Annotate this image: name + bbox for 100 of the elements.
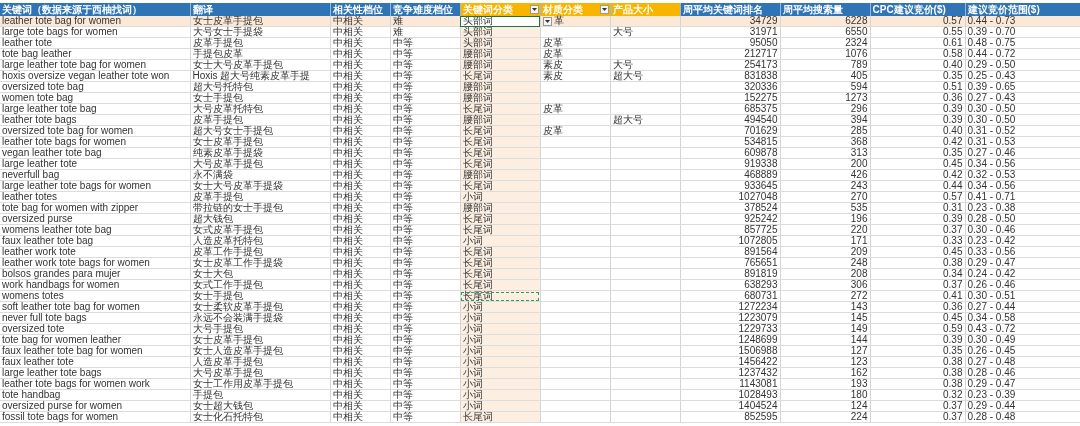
table-cell: 200: [780, 158, 870, 170]
table-cell: 0.59: [870, 323, 965, 335]
table-cell: 0.31: [870, 202, 965, 214]
table-cell: 0.33 - 0.56: [965, 246, 1080, 258]
table-cell: 0.42: [870, 136, 965, 148]
table-cell: 0.30 - 0.50: [965, 114, 1080, 126]
table-cell: 大号: [610, 59, 680, 71]
table-cell: 皮革工作手提包: [190, 246, 330, 258]
table-cell: 0.23 - 0.42: [965, 235, 1080, 247]
table-cell: 中相关: [330, 389, 390, 401]
table-cell: leather tote bags for women: [0, 136, 190, 148]
table-cell: 手提包皮革: [190, 48, 330, 60]
table-cell: 0.30 - 0.50: [965, 103, 1080, 115]
table-cell: 头部词: [460, 37, 540, 49]
table-cell: 0.23 - 0.38: [965, 202, 1080, 214]
table-cell: 0.26 - 0.45: [965, 345, 1080, 357]
table-cell: 腰部词: [460, 81, 540, 93]
table-cell: 852595: [680, 411, 780, 423]
table-cell: 中相关: [330, 16, 390, 27]
table-cell: 0.44 - 0.72: [965, 48, 1080, 60]
table-cell: 中等: [390, 158, 460, 170]
table-cell: 永远不会装满手提袋: [190, 312, 330, 324]
table-cell: 人造皮革手提包: [190, 356, 330, 368]
table-cell: 长尾词: [460, 268, 540, 280]
table-cell: vegan leather tote bag: [0, 147, 190, 159]
filter-button[interactable]: [599, 5, 609, 14]
table-cell: 0.29 - 0.47: [965, 378, 1080, 390]
table-cell: 1076: [780, 48, 870, 60]
table-cell: 857725: [680, 224, 780, 236]
table-cell: 1072805: [680, 235, 780, 247]
table-cell: leather tote: [0, 37, 190, 49]
table-cell: large leather tote bags for women: [0, 180, 190, 192]
table-cell: 831838: [680, 70, 780, 82]
filter-button[interactable]: [529, 5, 539, 14]
table-cell: 0.45: [870, 158, 965, 170]
table-cell: 难: [390, 16, 460, 27]
table-cell: 394: [780, 114, 870, 126]
table-cell: 女式工作手提包: [190, 279, 330, 291]
table-cell: 小词: [460, 312, 540, 324]
table-cell: 31971: [680, 26, 780, 38]
table-cell: 中相关: [330, 301, 390, 313]
table-cell: 196: [780, 213, 870, 225]
table-cell: 腰部词: [460, 114, 540, 126]
table-cell: 6550: [780, 26, 870, 38]
table-cell: 中等: [390, 323, 460, 335]
table-cell: 0.38: [870, 257, 965, 269]
table-cell: oversized purse for women: [0, 400, 190, 412]
table-cell: tote handbag: [0, 389, 190, 401]
table-cell: 中相关: [330, 400, 390, 412]
table-cell: 中相关: [330, 290, 390, 302]
table-cell: 0.37: [870, 224, 965, 236]
table-cell: 144: [780, 334, 870, 346]
table-cell: 中相关: [330, 345, 390, 357]
column-header: 材质分类: [542, 3, 583, 15]
table-cell: 中等: [390, 59, 460, 71]
table-cell: 0.38: [870, 356, 965, 368]
table-cell: 中相关: [330, 312, 390, 324]
table-cell: 长尾词: [460, 158, 540, 170]
table-cell: 超大号托特包: [190, 81, 330, 93]
table-cell: 长尾词: [460, 125, 540, 137]
table-cell: 0.57: [870, 16, 965, 27]
table-cell: 2324: [780, 37, 870, 49]
table-cell: 0.28 - 0.48: [965, 411, 1080, 423]
table-cell: 中等: [390, 290, 460, 302]
table-cell: 891819: [680, 268, 780, 280]
table-cell: 1143081: [680, 378, 780, 390]
table-cell: 大号: [610, 26, 680, 38]
table-cell: 中等: [390, 345, 460, 357]
table-cell: 中相关: [330, 235, 390, 247]
table-cell: tote bag leather: [0, 48, 190, 60]
table-cell: 女士皮革手提包: [190, 16, 330, 27]
table-cell: 123: [780, 356, 870, 368]
table-cell: 中等: [390, 125, 460, 137]
table-cell: 中等: [390, 246, 460, 258]
table-cell: 0.27 - 0.46: [965, 147, 1080, 159]
table-cell: 0.35: [870, 147, 965, 159]
table-cell: 0.30 - 0.51: [965, 290, 1080, 302]
table-cell: 296: [780, 103, 870, 115]
table-cell: 中等: [390, 235, 460, 247]
table-cell: 中等: [390, 70, 460, 82]
caret-icon: [601, 8, 607, 11]
table-cell: 209: [780, 246, 870, 258]
table-cell: 女士手提包: [190, 92, 330, 104]
column-header: CPC建议竞价($): [870, 3, 965, 16]
table-cell: 1027048: [680, 191, 780, 203]
table-cell: 1506988: [680, 345, 780, 357]
table-cell: 长尾词: [460, 224, 540, 236]
table-cell: 腰部词: [460, 92, 540, 104]
table-cell: 大号皮革手提包: [190, 158, 330, 170]
table-cell: 超大号: [610, 70, 680, 82]
table-cell: 1273: [780, 92, 870, 104]
table-cell: 285: [780, 125, 870, 137]
table-cell: 535: [780, 202, 870, 214]
table-cell: 124: [780, 400, 870, 412]
table-cell: 306: [780, 279, 870, 291]
table-cell: 0.38: [870, 378, 965, 390]
column-header: 周平均搜索量: [780, 3, 870, 16]
table-cell: 中等: [390, 268, 460, 280]
cell-dropdown-button[interactable]: [542, 17, 552, 27]
table-cell: 0.39: [870, 103, 965, 115]
